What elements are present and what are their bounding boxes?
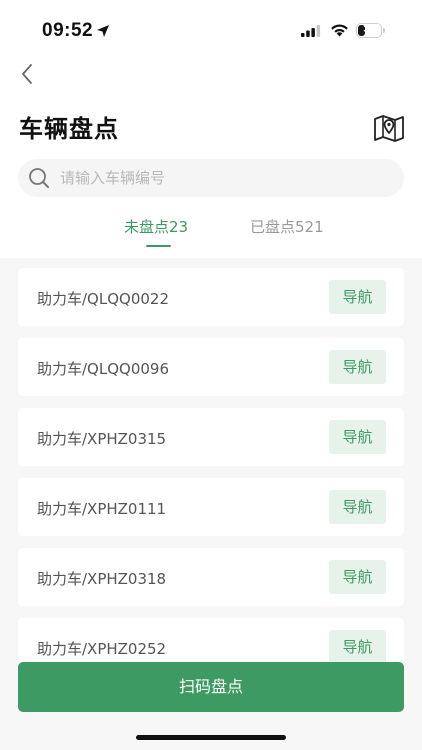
vehicle-label: 助力车/XPHZ0315 (37, 430, 167, 448)
battery-percentage: 37 (363, 24, 375, 35)
navigate-button[interactable]: 导航 (329, 280, 386, 314)
map-button[interactable] (372, 110, 406, 144)
vehicle-card: 助力车/QLQQ0022 导航 (18, 268, 404, 326)
vehicle-card: 助力车/XPHZ0252 导航 (18, 618, 404, 668)
scan-inventory-button[interactable]: 扫码盘点 (18, 662, 404, 712)
wifi-icon (331, 24, 348, 37)
search-icon (29, 168, 49, 188)
vehicle-label: 助力车/QLQQ0022 (37, 290, 170, 308)
battery-icon: 37 (356, 23, 382, 38)
vehicle-card: 助力车/QLQQ0096 导航 (18, 338, 404, 396)
vehicle-label: 助力车/QLQQ0096 (37, 360, 170, 378)
battery-cap (383, 28, 385, 33)
location-arrow-icon (97, 25, 109, 37)
tab-pending[interactable]: 未盘点23 (124, 216, 188, 237)
home-indicator (136, 735, 286, 740)
navigate-button[interactable]: 导航 (329, 560, 386, 594)
back-button[interactable] (12, 58, 44, 90)
vehicle-card: 助力车/XPHZ0318 导航 (18, 548, 404, 606)
vehicle-list: 助力车/QLQQ0022 导航 助力车/QLQQ0096 导航 助力车/XPHZ… (18, 268, 404, 668)
map-pin-icon (374, 115, 404, 142)
navigate-button[interactable]: 导航 (329, 630, 386, 664)
navigate-button[interactable]: 导航 (329, 420, 386, 454)
search-bar (18, 159, 404, 197)
vehicle-label: 助力车/XPHZ0318 (37, 570, 167, 588)
vehicle-label: 助力车/XPHZ0252 (37, 640, 167, 658)
navigate-button[interactable]: 导航 (329, 490, 386, 524)
search-input[interactable] (60, 159, 390, 197)
status-bar: 09:52 37 (0, 0, 422, 60)
navigate-button[interactable]: 导航 (329, 350, 386, 384)
tab-done[interactable]: 已盘点521 (250, 216, 324, 237)
page-title: 车辆盘点 (19, 115, 119, 143)
vehicle-label: 助力车/XPHZ0111 (37, 500, 167, 518)
cellular-signal-icon (301, 25, 321, 37)
vehicle-card: 助力车/XPHZ0111 导航 (18, 478, 404, 536)
chevron-left-icon (22, 64, 32, 84)
status-time: 09:52 (42, 20, 94, 41)
vehicle-card: 助力车/XPHZ0315 导航 (18, 408, 404, 466)
active-tab-indicator (146, 245, 171, 247)
